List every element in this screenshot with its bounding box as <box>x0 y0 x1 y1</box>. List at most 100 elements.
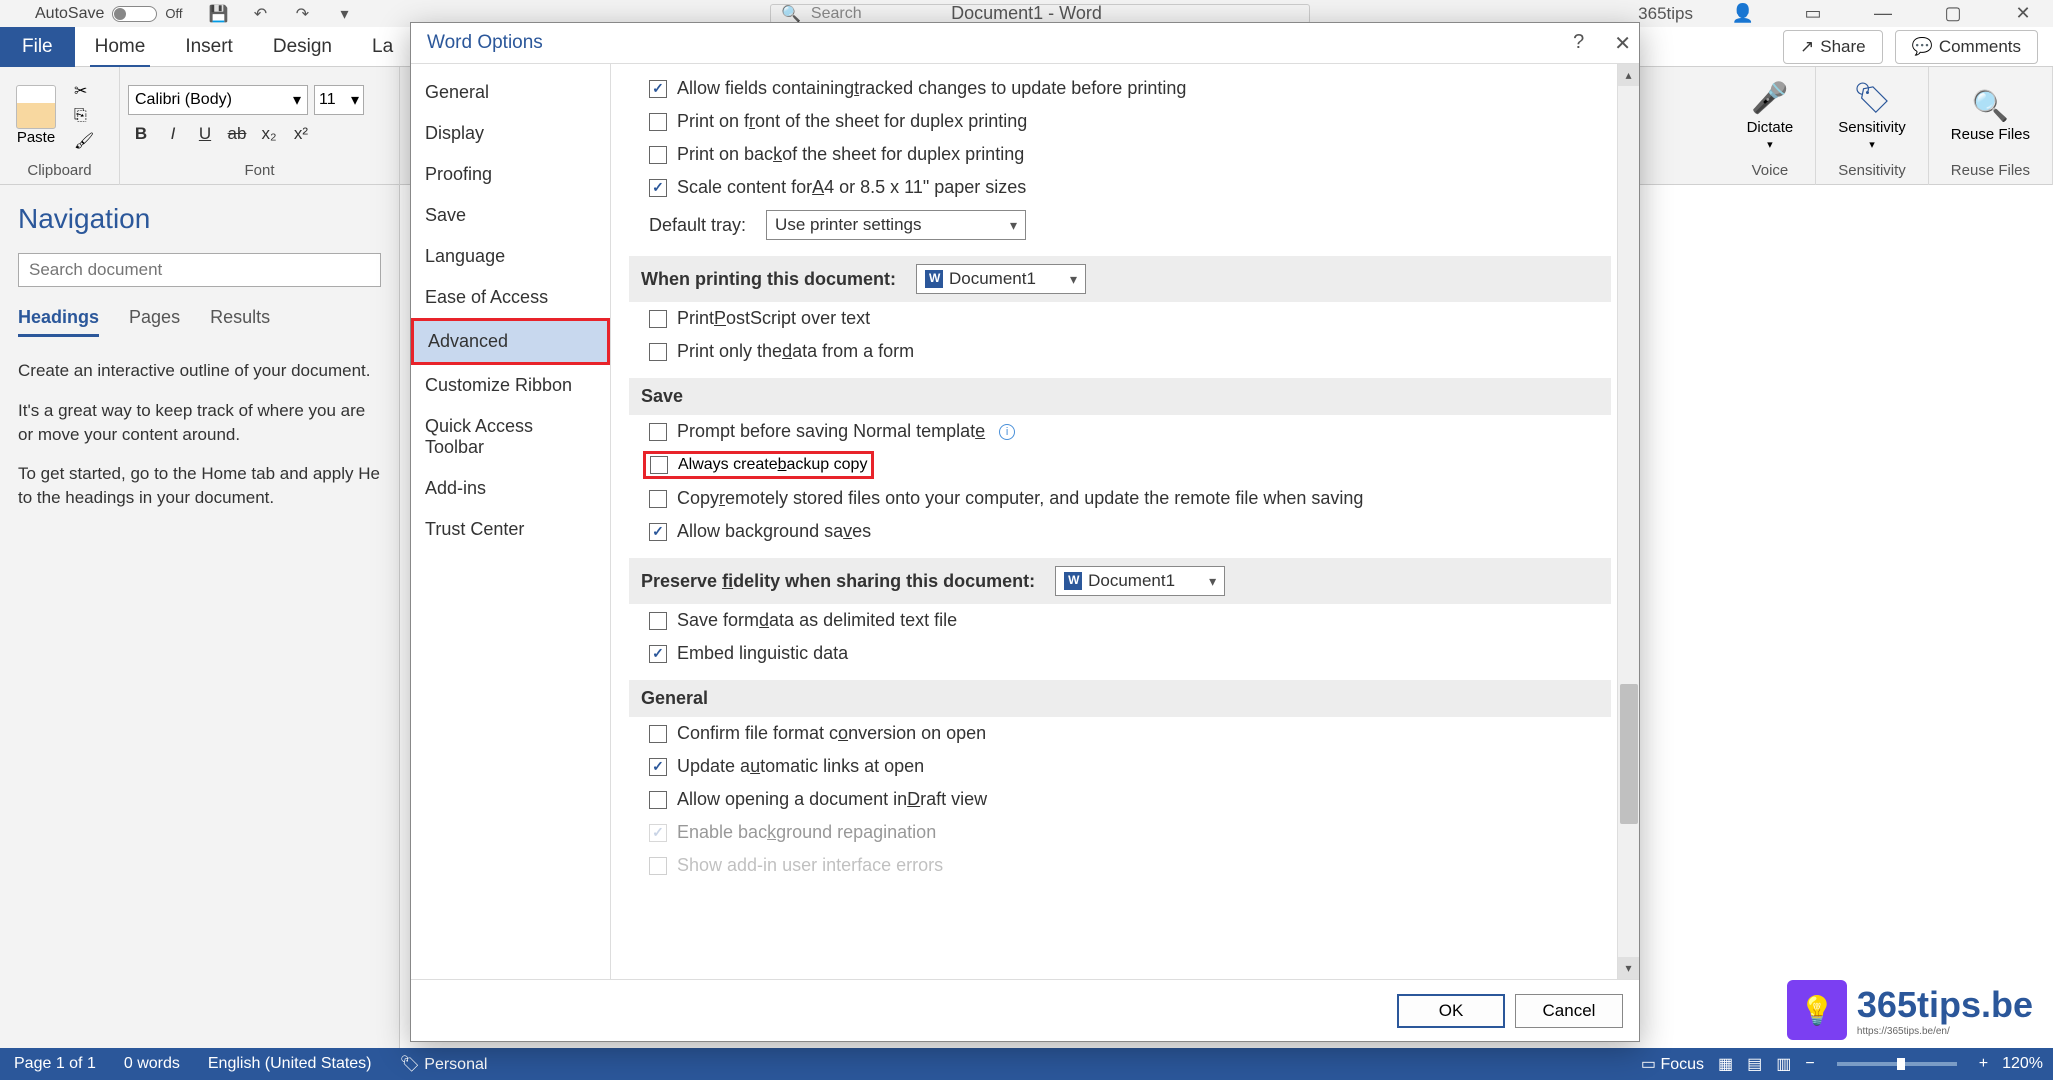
lbl-default-tray: Default tray: <box>649 215 746 236</box>
share-icon: ↗ <box>1800 37 1814 57</box>
chk-save-form-delimited[interactable] <box>649 612 667 630</box>
view-web-icon[interactable]: ▥ <box>1776 1054 1791 1074</box>
file-tab[interactable]: File <box>0 27 75 67</box>
tab-layout[interactable]: La <box>352 27 413 67</box>
dlg-nav-language[interactable]: Language <box>411 236 610 277</box>
fidelity-doc-select[interactable]: Document1 <box>1055 566 1225 596</box>
sensitivity-status[interactable]: 🏷 Personal <box>400 1054 488 1074</box>
language-status[interactable]: English (United States) <box>208 1055 372 1073</box>
ok-button[interactable]: OK <box>1397 994 1505 1028</box>
chk-addin-errors[interactable] <box>649 857 667 875</box>
bold-button[interactable]: B <box>128 121 154 147</box>
search-placeholder: Search <box>811 5 862 23</box>
reuse-files-button[interactable]: 🔍Reuse Files <box>1937 84 2044 147</box>
copy-icon[interactable]: ⎘ <box>74 107 94 125</box>
sensitivity-button[interactable]: 🏷Sensitivity▾ <box>1824 77 1920 155</box>
scroll-down-icon[interactable]: ▾ <box>1618 957 1639 979</box>
underline-button[interactable]: U <box>192 121 218 147</box>
dlg-nav-trust[interactable]: Trust Center <box>411 509 610 550</box>
chk-linguistic[interactable] <box>649 645 667 663</box>
print-doc-select[interactable]: Document1 <box>916 264 1086 294</box>
zoom-level[interactable]: 120% <box>2002 1055 2043 1073</box>
dialog-title: Word Options <box>427 32 543 54</box>
nav-tab-results[interactable]: Results <box>210 307 270 337</box>
user-label: 365tips <box>1638 4 1693 24</box>
italic-button[interactable]: I <box>160 121 186 147</box>
chk-confirm-conversion[interactable] <box>649 725 667 743</box>
dlg-nav-display[interactable]: Display <box>411 113 610 154</box>
font-size-select[interactable]: 11▾ <box>314 85 364 115</box>
help-icon[interactable]: ? <box>1573 31 1584 56</box>
dialog-title-bar: Word Options ? ✕ <box>411 23 1639 63</box>
save-icon[interactable]: 💾 <box>208 3 230 25</box>
paste-button[interactable]: Paste <box>8 81 64 150</box>
chk-bg-repagination <box>649 824 667 842</box>
chk-postscript[interactable] <box>649 310 667 328</box>
dialog-scrollbar[interactable]: ▴ ▾ <box>1617 64 1639 979</box>
maximize-icon[interactable]: ▢ <box>1923 1 1983 27</box>
dlg-nav-addins[interactable]: Add-ins <box>411 468 610 509</box>
lbl-bg-saves: Allow background saves <box>677 521 871 542</box>
dlg-nav-general[interactable]: General <box>411 72 610 113</box>
dlg-nav-proofing[interactable]: Proofing <box>411 154 610 195</box>
focus-button[interactable]: ▭ Focus <box>1641 1054 1704 1074</box>
scroll-thumb[interactable] <box>1620 684 1638 824</box>
chk-auto-links[interactable] <box>649 758 667 776</box>
cut-icon[interactable]: ✂ <box>74 81 94 101</box>
ribbon-options-icon[interactable]: ▭ <box>1783 1 1843 27</box>
undo-icon[interactable]: ↶ <box>250 3 272 25</box>
share-button[interactable]: ↗Share <box>1783 30 1883 64</box>
dictate-button[interactable]: 🎤Dictate▾ <box>1733 77 1808 155</box>
zoom-in-button[interactable]: + <box>1979 1055 1988 1073</box>
redo-icon[interactable]: ↷ <box>292 3 314 25</box>
default-tray-select[interactable]: Use printer settings <box>766 210 1026 240</box>
view-read-icon[interactable]: ▦ <box>1718 1054 1733 1074</box>
zoom-slider[interactable] <box>1837 1062 1957 1066</box>
chk-prompt-normal[interactable] <box>649 423 667 441</box>
comments-button[interactable]: 💬Comments <box>1895 30 2038 64</box>
chk-bg-saves[interactable] <box>649 523 667 541</box>
autosave-toggle[interactable]: AutoSave Off <box>35 5 183 23</box>
font-family-select[interactable]: Calibri (Body)▾ <box>128 85 308 115</box>
chk-print-front[interactable] <box>649 113 667 131</box>
chk-form-data[interactable] <box>649 343 667 361</box>
word-count[interactable]: 0 words <box>124 1055 180 1073</box>
nav-search-input[interactable] <box>18 253 381 287</box>
tab-design[interactable]: Design <box>253 27 352 67</box>
search-icon: 🔍 <box>781 4 801 24</box>
nav-tab-headings[interactable]: Headings <box>18 307 99 337</box>
lbl-save-form-delimited: Save form data as delimited text file <box>677 610 957 631</box>
dlg-nav-qat[interactable]: Quick Access Toolbar <box>411 406 610 468</box>
user-icon[interactable]: 👤 <box>1713 1 1773 27</box>
autosave-state: Off <box>165 6 182 21</box>
dlg-nav-ease[interactable]: Ease of Access <box>411 277 610 318</box>
qat-dropdown-icon[interactable]: ▾ <box>334 3 356 25</box>
cancel-button[interactable]: Cancel <box>1515 994 1623 1028</box>
chk-print-back[interactable] <box>649 146 667 164</box>
dlg-nav-advanced[interactable]: Advanced <box>411 318 610 365</box>
chk-scale-a4[interactable] <box>649 179 667 197</box>
scroll-up-icon[interactable]: ▴ <box>1618 64 1639 86</box>
chk-backup-copy[interactable] <box>650 456 668 474</box>
zoom-out-button[interactable]: − <box>1805 1055 1814 1073</box>
minimize-icon[interactable]: — <box>1853 1 1913 27</box>
dlg-nav-customize[interactable]: Customize Ribbon <box>411 365 610 406</box>
chk-tracked-changes[interactable] <box>649 80 667 98</box>
section-general: General <box>629 680 1611 717</box>
format-painter-icon[interactable]: 🖌 <box>74 131 94 151</box>
info-icon[interactable]: i <box>999 424 1015 440</box>
close-icon[interactable]: ✕ <box>1614 31 1631 56</box>
view-print-icon[interactable]: ▤ <box>1747 1054 1762 1074</box>
close-window-icon[interactable]: ✕ <box>1993 1 2053 27</box>
dlg-nav-save[interactable]: Save <box>411 195 610 236</box>
subscript-button[interactable]: x₂ <box>256 121 282 147</box>
search-box[interactable]: 🔍 Search <box>770 4 1310 24</box>
nav-tab-pages[interactable]: Pages <box>129 307 180 337</box>
chk-copy-remote[interactable] <box>649 490 667 508</box>
tab-insert[interactable]: Insert <box>165 27 253 67</box>
page-status[interactable]: Page 1 of 1 <box>14 1055 96 1073</box>
superscript-button[interactable]: x² <box>288 121 314 147</box>
chk-draft-view[interactable] <box>649 791 667 809</box>
tab-home[interactable]: Home <box>75 27 166 67</box>
strike-button[interactable]: ab <box>224 121 250 147</box>
